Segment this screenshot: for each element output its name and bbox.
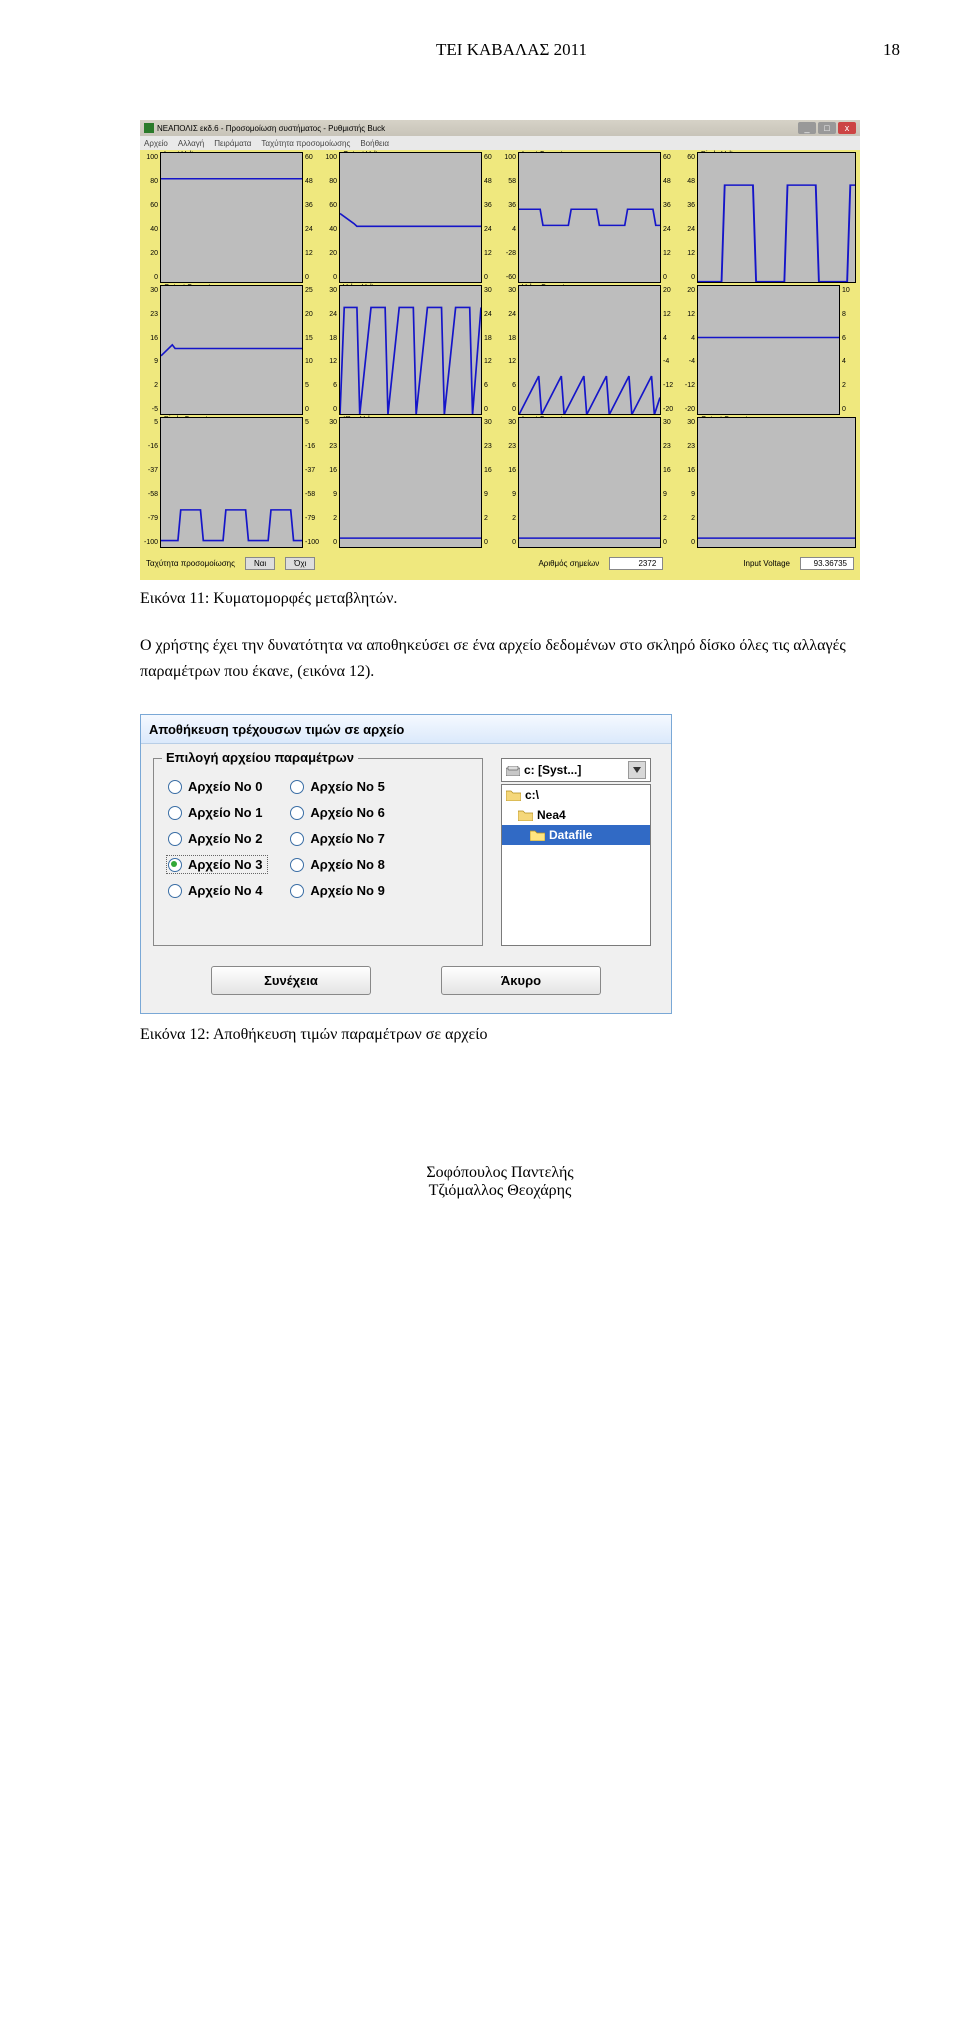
input-voltage-field[interactable]: 93.36735 [800,557,854,570]
maximize-button[interactable]: □ [818,122,836,134]
folder-label: Datafile [549,828,592,842]
group-title: Επιλογή αρχείου παραμέτρων [162,750,358,765]
simulation-window: ΝΕΑΠΟΛΙΣ εκδ.6 - Προσομοίωση συστήματος … [140,120,860,580]
status-sim-speed-label: Ταχύτητα προσομοίωσης [146,559,235,568]
yes-button[interactable]: Ναι [245,557,275,570]
radio-label: Αρχείο Νο 8 [310,857,384,872]
drive-label: c: [Syst...] [524,763,581,777]
radio-icon [168,832,182,846]
folder-label: c:\ [525,788,539,802]
folder-item[interactable]: Datafile [502,825,650,845]
radio-label: Αρχείο Νο 4 [188,883,262,898]
radio-icon [168,858,182,872]
radio-label: Αρχείο Νο 3 [188,857,262,872]
header-title: ΤΕΙ ΚΑΒΑΛΑΣ 2011 [436,40,587,60]
folder-item[interactable]: c:\ [502,785,650,805]
menu-item[interactable]: Αλλαγή [178,139,204,148]
menu-item[interactable]: Ταχύτητα προσομοίωσης [261,139,350,148]
file-radio[interactable]: Αρχείο Νο 1 [168,805,266,820]
radio-label: Αρχείο Νο 6 [310,805,384,820]
radio-label: Αρχείο Νο 2 [188,831,262,846]
chart-cell: 100806040200Output Voltage60483624120 [321,152,498,283]
statusbar: Ταχύτητα προσομοίωσης Ναι Όχι Αριθμός ση… [140,550,860,576]
chart-cell: 30231692-5Output Current2520151050 [142,285,319,416]
radio-label: Αρχείο Νο 1 [188,805,262,820]
menu-item[interactable]: Αρχείο [144,139,168,148]
radio-icon [168,884,182,898]
chart-cell: 302316920*Res Values302316920 [321,417,498,548]
file-select-group: Επιλογή αρχείου παραμέτρων Αρχείο Νο 0Αρ… [153,758,483,946]
file-radio[interactable]: Αρχείο Νο 9 [290,883,384,898]
radio-icon [290,858,304,872]
file-radio[interactable]: Αρχείο Νο 8 [290,857,384,872]
drive-select[interactable]: c: [Syst...] [501,758,651,782]
close-button[interactable]: x [838,122,856,134]
page-number: 18 [883,40,900,60]
continue-button[interactable]: Συνέχεια [211,966,371,995]
chevron-down-icon [628,761,646,779]
chart-cell: 60483624120Diode Voltage [679,152,856,283]
folder-label: Nea4 [537,808,566,822]
status-points-label: Αριθμός σημείων [538,559,599,568]
disk-icon [506,765,520,775]
footer-author-1: Σοφόπουλος Παντελής [140,1164,860,1182]
radio-label: Αρχείο Νο 7 [310,831,384,846]
radio-label: Αρχείο Νο 5 [310,779,384,794]
dialog-title: Αποθήκευση τρέχουσων τιμών σε αρχείο [149,722,404,737]
file-radio[interactable]: Αρχείο Νο 6 [290,805,384,820]
radio-icon [290,884,304,898]
minimize-button[interactable]: _ [798,122,816,134]
radio-label: Αρχείο Νο 0 [188,779,262,794]
radio-icon [290,780,304,794]
folder-icon [530,829,545,841]
dialog-titlebar: Αποθήκευση τρέχουσων τιμών σε αρχείο [141,715,671,744]
radio-icon [290,806,304,820]
figure-11-caption: Εικόνα 11: Κυματομορφές μεταβλητών. [140,590,860,608]
folder-icon [506,789,521,801]
points-field[interactable]: 2372 [609,557,663,570]
footer-author-2: Τζιόμαλλος Θεοχάρης [140,1182,860,1200]
chart-cell: 3024181260Valve Current20124-4-12-20 [500,285,677,416]
menubar: Αρχείο Αλλαγή Πειράματα Ταχύτητα προσομο… [140,136,860,150]
file-radio[interactable]: Αρχείο Νο 0 [168,779,266,794]
dialog-button-row: Συνέχεια Άκυρο [141,962,671,1013]
page-header: ΤΕΙ ΚΑΒΑΛΑΣ 2011 18 [140,40,860,60]
radio-icon [168,780,182,794]
file-radio[interactable]: Αρχείο Νο 3 [168,857,266,872]
chart-cell: 302316920Input Current302316920 [500,417,677,548]
chart-cell: 100806040200Input Voltage60483624120 [142,152,319,283]
status-iv-label: Input Voltage [743,559,790,568]
file-radio[interactable]: Αρχείο Νο 5 [290,779,384,794]
no-button[interactable]: Όχι [285,557,315,570]
chart-cell: 10058364-28-60Input Current60483624120 [500,152,677,283]
page-footer: Σοφόπουλος Παντελής Τζιόμαλλος Θεοχάρης [140,1164,860,1200]
radio-icon [290,832,304,846]
window-title: ΝΕΑΠΟΛΙΣ εκδ.6 - Προσομοίωση συστήματος … [157,124,385,133]
radio-icon [168,806,182,820]
menu-item[interactable]: Βοήθεια [360,139,389,148]
chart-grid: 100806040200Input Voltage604836241201008… [140,150,858,550]
window-titlebar: ΝΕΑΠΟΛΙΣ εκδ.6 - Προσομοίωση συστήματος … [140,120,860,136]
folder-list[interactable]: c:\ Nea4 Datafile [501,784,651,946]
chart-cell: 3024181260Valve Voltage3024181260 [321,285,498,416]
cancel-button[interactable]: Άκυρο [441,966,601,995]
save-parameters-dialog: Αποθήκευση τρέχουσων τιμών σε αρχείο Επι… [140,714,672,1014]
chart-cell: 5-16-37-58-79-100Diode Current5-16-37-58… [142,417,319,548]
file-radio[interactable]: Αρχείο Νο 7 [290,831,384,846]
chart-cell: 302316920Output Current [679,417,856,548]
file-radio[interactable]: Αρχείο Νο 2 [168,831,266,846]
folder-icon [518,809,533,821]
body-paragraph: Ο χρήστης έχει την δυνατότητα να αποθηκε… [140,633,860,684]
figure-12-caption: Εικόνα 12: Αποθήκευση τιμών παραμέτρων σ… [140,1026,860,1044]
radio-label: Αρχείο Νο 9 [310,883,384,898]
menu-item[interactable]: Πειράματα [214,139,251,148]
app-icon [144,123,154,133]
chart-cell: 20124-4-12-201086420 [679,285,856,416]
file-radio[interactable]: Αρχείο Νο 4 [168,883,266,898]
folder-item[interactable]: Nea4 [502,805,650,825]
